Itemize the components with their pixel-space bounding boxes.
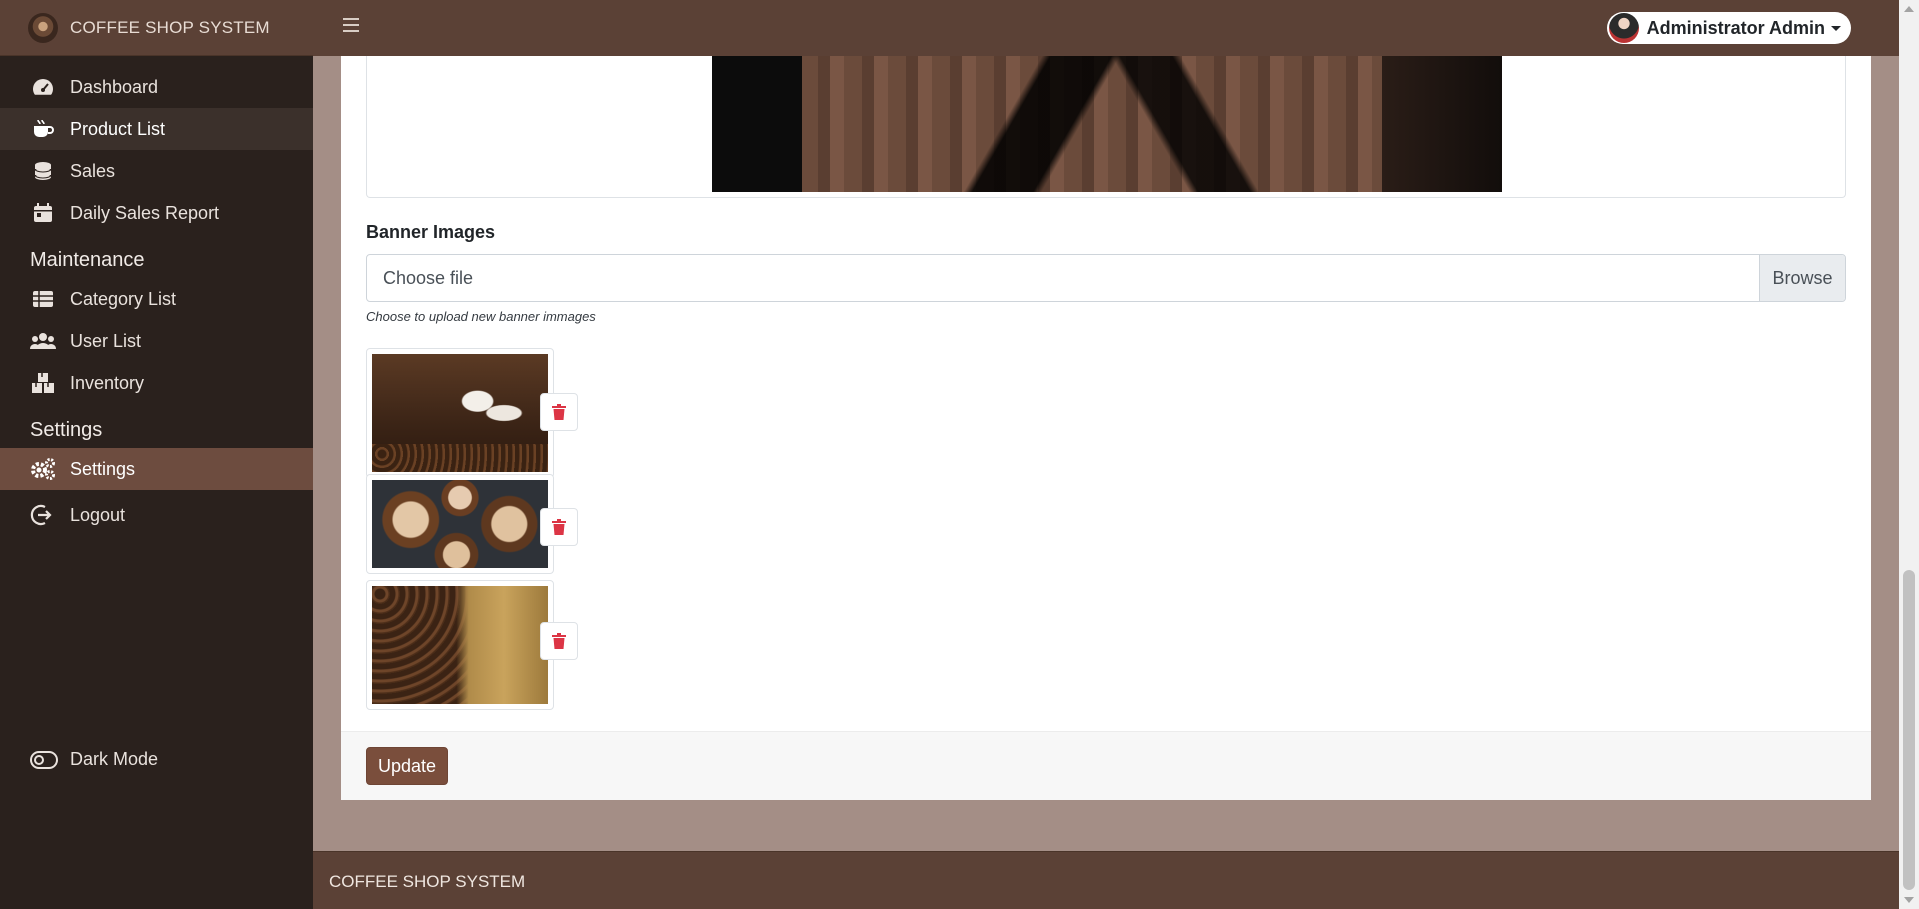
delete-banner-button[interactable] — [540, 622, 578, 660]
user-menu-dropdown[interactable]: Administrator Admin — [1606, 12, 1851, 44]
sidebar-item-label: Sales — [70, 160, 116, 181]
page-scrollbar[interactable] — [1899, 0, 1919, 909]
coffee-logo-icon — [28, 12, 58, 43]
cover-image — [712, 56, 1502, 192]
sidebar-item-logout[interactable]: Logout — [0, 494, 313, 536]
sidebar-header-maintenance: Maintenance — [30, 249, 145, 271]
banner-thumbnail — [366, 580, 554, 710]
sidebar-item-label: Category List — [70, 288, 177, 309]
sidebar-item-dashboard[interactable]: Dashboard — [0, 66, 313, 108]
sidebar: COFFEE SHOP SYSTEM Dashboard Product Lis… — [0, 0, 313, 909]
sidebar-item-category-list[interactable]: Category List — [0, 278, 313, 320]
banner-images-label: Banner Images — [366, 222, 496, 242]
sidebar-item-label: Dashboard — [70, 76, 159, 97]
user-name: Administrator Admin — [1646, 17, 1825, 38]
dashboard-gauge-icon — [30, 75, 56, 99]
sidebar-item-product-list[interactable]: Product List — [0, 108, 313, 150]
dark-mode-label: Dark Mode — [70, 749, 159, 769]
sidebar-item-label: Inventory — [70, 372, 145, 393]
dark-mode-toggle[interactable]: Dark Mode — [30, 749, 158, 770]
sidebar-item-inventory[interactable]: Inventory — [0, 362, 313, 404]
scrollbar-thumb[interactable] — [1903, 570, 1915, 890]
settings-card: Banner Images Choose file Browse Choose … — [341, 56, 1871, 800]
menu-toggle-icon[interactable] — [343, 18, 359, 32]
sidebar-header-settings: Settings — [30, 419, 103, 441]
banner-thumbnail — [366, 348, 554, 478]
file-input-placeholder: Choose file — [383, 267, 474, 288]
coffee-cup-icon — [30, 117, 56, 141]
brand[interactable]: COFFEE SHOP SYSTEM — [0, 0, 313, 56]
top-navbar: Administrator Admin — [313, 0, 1899, 56]
sidebar-item-settings[interactable]: Settings — [0, 448, 313, 490]
cover-image-preview — [366, 56, 1846, 198]
toggle-switch-icon — [30, 750, 58, 769]
logout-icon — [30, 503, 56, 527]
boxes-icon — [30, 371, 56, 395]
gears-icon — [30, 457, 56, 481]
banner-thumbnail — [366, 474, 554, 574]
file-help-text: Choose to upload new banner immages — [366, 309, 596, 324]
brand-title: COFFEE SHOP SYSTEM — [70, 17, 270, 37]
banner-image — [372, 354, 548, 472]
coins-stack-icon — [30, 159, 56, 183]
sidebar-item-label: Daily Sales Report — [70, 202, 220, 223]
browse-button[interactable]: Browse — [1759, 255, 1845, 301]
trash-icon — [552, 633, 566, 649]
footer-text: COFFEE SHOP SYSTEM — [329, 872, 526, 891]
sidebar-nav: Dashboard Product List Sales Daily Sales… — [0, 56, 313, 536]
sidebar-item-daily-sales-report[interactable]: Daily Sales Report — [0, 192, 313, 234]
sidebar-item-label: Logout — [70, 504, 126, 525]
sidebar-item-label: Product List — [70, 118, 166, 139]
scroll-up-arrow-icon[interactable] — [1904, 6, 1914, 12]
scroll-down-arrow-icon[interactable] — [1904, 897, 1914, 903]
delete-banner-button[interactable] — [540, 508, 578, 546]
sidebar-item-user-list[interactable]: User List — [0, 320, 313, 362]
card-footer: Update — [341, 731, 1871, 800]
avatar — [1608, 13, 1639, 43]
table-list-icon — [30, 287, 56, 311]
banner-file-input[interactable]: Choose file Browse — [366, 254, 1846, 302]
update-button[interactable]: Update — [366, 747, 449, 785]
sidebar-item-label: User List — [70, 330, 142, 351]
banner-image — [372, 480, 548, 568]
trash-icon — [552, 519, 566, 535]
chevron-down-icon — [1831, 25, 1841, 31]
users-icon — [30, 329, 56, 353]
sidebar-item-sales[interactable]: Sales — [0, 150, 313, 192]
sidebar-item-label: Settings — [70, 458, 136, 479]
delete-banner-button[interactable] — [540, 393, 578, 431]
calendar-icon — [30, 201, 56, 225]
trash-icon — [552, 404, 566, 420]
banner-image — [372, 586, 548, 704]
page-footer: COFFEE SHOP SYSTEM — [313, 851, 1899, 909]
